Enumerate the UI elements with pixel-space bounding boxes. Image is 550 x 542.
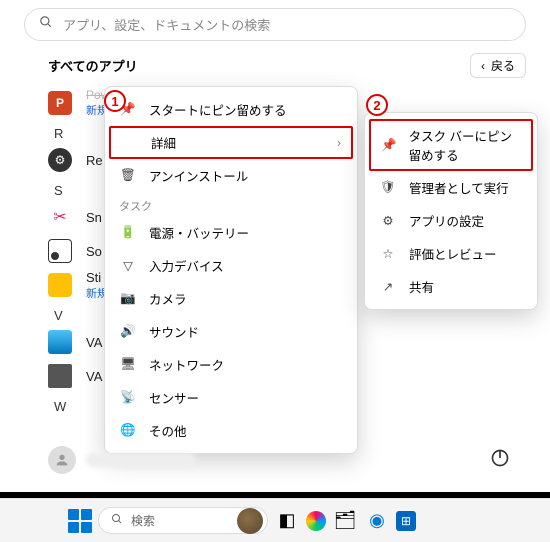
- search-mascot-icon: [237, 508, 263, 534]
- sensor-icon: 📡: [119, 390, 137, 405]
- ctx-label: ネットワーク: [149, 355, 224, 374]
- search-icon: [111, 513, 123, 528]
- callout-2: 2: [366, 94, 388, 116]
- ctx-label: 入力デバイス: [149, 256, 224, 275]
- app-icon: ⚙: [48, 148, 72, 172]
- taskview-icon[interactable]: ◧: [274, 508, 300, 534]
- share-icon: ↗: [379, 279, 397, 294]
- user-name-blurred: [86, 453, 196, 467]
- ctx-share[interactable]: ↗ 共有: [365, 270, 537, 303]
- back-button[interactable]: ‹ 戻る: [470, 53, 526, 78]
- ctx-sensor[interactable]: 📡 センサー: [105, 381, 357, 414]
- app-label: Sn: [86, 210, 102, 225]
- start-button[interactable]: [68, 509, 92, 533]
- ctx-review[interactable]: ☆ 評価とレビュー: [365, 237, 537, 270]
- pin-icon: 📌: [381, 138, 397, 153]
- ctx-label: 詳細: [151, 133, 176, 152]
- app-label: VA: [86, 335, 102, 350]
- all-apps-title: すべてのアプリ: [48, 56, 138, 75]
- camera-icon: 📷: [119, 291, 137, 306]
- app-icon: [48, 273, 72, 297]
- battery-icon: 🔋: [119, 225, 137, 240]
- power-button[interactable]: [490, 448, 510, 473]
- context-menu-primary: 📌 スタートにピン留めする 詳細 › 🗑 アンインストール タスク 🔋 電源・バ…: [104, 86, 358, 454]
- chevron-right-icon: ›: [337, 136, 341, 150]
- ctx-battery[interactable]: 🔋 電源・バッテリー: [105, 216, 357, 249]
- ctx-label: 評価とレビュー: [409, 244, 497, 263]
- scissors-icon: ✂: [48, 205, 72, 229]
- search-icon: [39, 15, 53, 34]
- search-placeholder: アプリ、設定、ドキュメントの検索: [63, 15, 270, 34]
- network-icon: 🖥: [119, 357, 137, 372]
- ctx-app-settings[interactable]: ⚙ アプリの設定: [365, 204, 537, 237]
- input-icon: ▽: [119, 258, 137, 273]
- ctx-label: 電源・バッテリー: [149, 223, 249, 242]
- ctx-label: スタートにピン留めする: [149, 100, 287, 119]
- edge-icon[interactable]: ◉: [364, 508, 390, 534]
- context-menu-secondary: 📌 タスク バーにピン留めする 🛡 管理者として実行 ⚙ アプリの設定 ☆ 評価…: [364, 112, 538, 310]
- user-avatar[interactable]: [48, 446, 76, 474]
- ctx-camera[interactable]: 📷 カメラ: [105, 282, 357, 315]
- powerpoint-icon: P: [48, 91, 72, 115]
- star-icon: ☆: [379, 246, 397, 261]
- shield-icon: 🛡: [379, 180, 397, 195]
- app-label: So: [86, 244, 102, 259]
- app-label: Re: [86, 153, 103, 168]
- copilot-icon[interactable]: [306, 511, 326, 531]
- explorer-icon[interactable]: 🗂: [332, 508, 358, 534]
- ctx-label: カメラ: [149, 289, 187, 308]
- chevron-left-icon: ‹: [481, 59, 485, 73]
- app-label: VA: [86, 369, 102, 384]
- ctx-section-task: タスク: [105, 192, 357, 216]
- ctx-pin-taskbar[interactable]: 📌 タスク バーにピン留めする: [369, 119, 533, 171]
- app-icon: [48, 239, 72, 263]
- taskbar-search[interactable]: 検索: [98, 507, 268, 534]
- ctx-label: タスク バーにピン留めする: [409, 126, 521, 164]
- ctx-pin-start[interactable]: 📌 スタートにピン留めする: [105, 93, 357, 126]
- ctx-details[interactable]: 詳細 ›: [109, 126, 353, 159]
- ctx-network[interactable]: 🖥 ネットワーク: [105, 348, 357, 381]
- search-input[interactable]: アプリ、設定、ドキュメントの検索: [24, 8, 526, 41]
- callout-1: 1: [104, 90, 126, 112]
- app-icon: [48, 330, 72, 354]
- ctx-uninstall[interactable]: 🗑 アンインストール: [105, 159, 357, 192]
- gear-icon: ⚙: [379, 213, 397, 228]
- ctx-label: サウンド: [149, 322, 199, 341]
- ctx-sound[interactable]: 🔊 サウンド: [105, 315, 357, 348]
- ctx-input[interactable]: ▽ 入力デバイス: [105, 249, 357, 282]
- ctx-label: アプリの設定: [409, 211, 484, 230]
- sound-icon: 🔊: [119, 324, 137, 339]
- back-label: 戻る: [491, 57, 515, 74]
- app-icon: [48, 364, 72, 388]
- trash-icon: 🗑: [119, 168, 137, 183]
- ctx-label: 共有: [409, 277, 434, 296]
- ctx-label: アンインストール: [149, 166, 248, 185]
- store-icon[interactable]: ⊞: [396, 511, 416, 531]
- ctx-label: 管理者として実行: [409, 178, 509, 197]
- taskbar: 検索 ◧ 🗂 ◉ ⊞: [0, 498, 550, 542]
- ctx-run-admin[interactable]: 🛡 管理者として実行: [365, 171, 537, 204]
- ctx-label: センサー: [149, 388, 199, 407]
- taskbar-search-label: 検索: [131, 512, 155, 529]
